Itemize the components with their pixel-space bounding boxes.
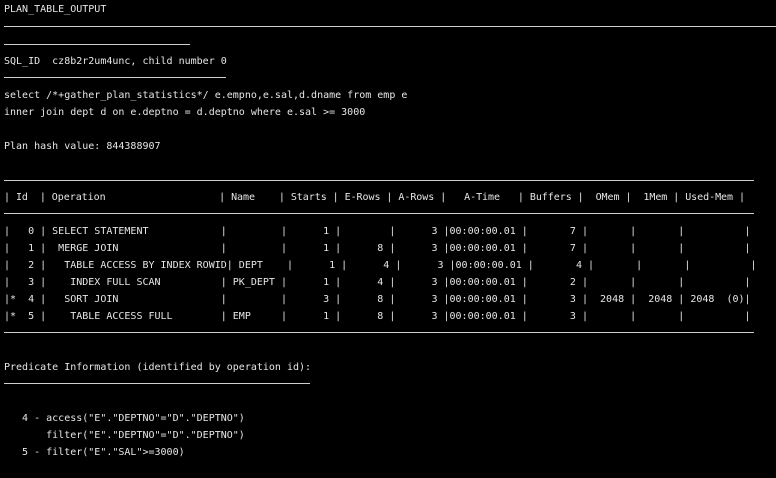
predicate-line: filter("E"."DEPTNO"="D"."DEPTNO") <box>4 430 245 441</box>
table-top-rule <box>4 180 754 181</box>
sql-id-bottom-rule <box>4 77 226 78</box>
column-header-plan-table-output: PLAN_TABLE_OUTPUT <box>4 4 107 15</box>
table-row: | 2 | TABLE ACCESS BY INDEX ROWID| DEPT … <box>4 260 757 271</box>
predicate-line: 5 - filter("E"."SAL">=3000) <box>4 447 185 458</box>
table-row: | 3 | INDEX FULL SCAN | PK_DEPT | 1 | 4 … <box>4 277 751 288</box>
table-row: | 0 | SELECT STATEMENT | | 1 | | 3 |00:0… <box>4 226 751 237</box>
sql-text-line-1: select /*+gather_plan_statistics*/ e.emp… <box>4 90 408 101</box>
sql-text-line-2: inner join dept d on e.deptno = d.deptno… <box>4 107 366 118</box>
predicate-title: Predicate Information (identified by ope… <box>4 362 312 373</box>
plan-table-header: | Id | Operation | Name | Starts | E-Row… <box>4 192 745 203</box>
sql-id-line: SQL_ID cz8b2r2um4unc, child number 0 <box>4 56 227 67</box>
table-row: |* 5 | TABLE ACCESS FULL | EMP | 1 | 8 |… <box>4 311 751 322</box>
table-header-rule <box>4 213 754 214</box>
table-row: | 1 | MERGE JOIN | | 1 | 8 | 3 |00:00:00… <box>4 243 751 254</box>
table-row: |* 4 | SORT JOIN | | 3 | 8 | 3 |00:00:00… <box>4 294 751 305</box>
sql-id-top-rule <box>4 44 190 45</box>
predicate-line: 4 - access("E"."DEPTNO"="D"."DEPTNO") <box>4 413 245 424</box>
header-divider <box>4 26 776 27</box>
plan-hash-line: Plan hash value: 844388907 <box>4 141 161 152</box>
predicate-rule <box>4 383 310 384</box>
table-bottom-rule <box>4 332 754 333</box>
